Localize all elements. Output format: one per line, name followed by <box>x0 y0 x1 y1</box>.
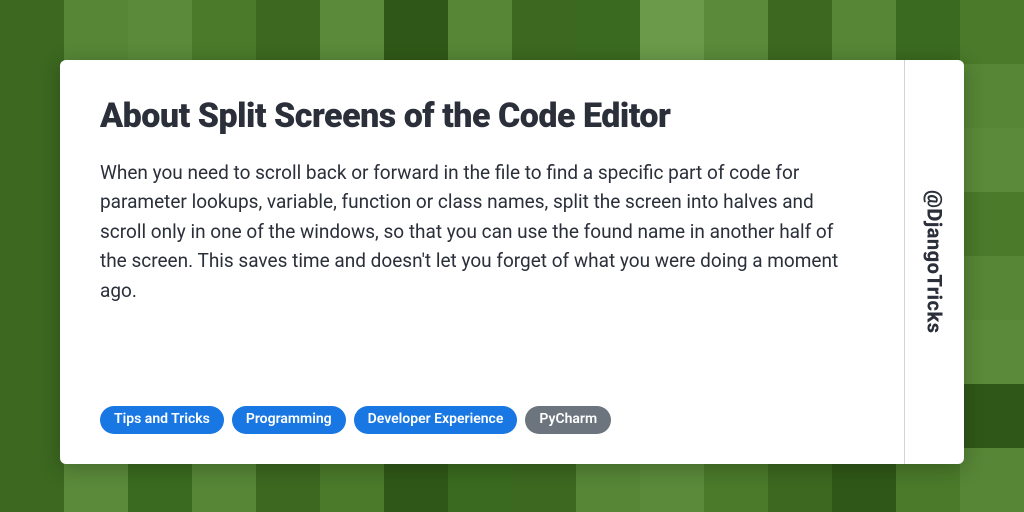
card-main: About Split Screens of the Code Editor W… <box>60 60 904 464</box>
card-title: About Split Screens of the Code Editor <box>100 96 864 136</box>
tag-pycharm[interactable]: PyCharm <box>525 406 611 434</box>
author-handle: @DjangoTricks <box>923 190 947 334</box>
tag-tips-and-tricks[interactable]: Tips and Tricks <box>100 406 224 434</box>
content-card: About Split Screens of the Code Editor W… <box>60 60 964 464</box>
card-body-text: When you need to scroll back or forward … <box>100 158 864 386</box>
tag-programming[interactable]: Programming <box>232 406 346 434</box>
card-sidebar: @DjangoTricks <box>904 60 964 464</box>
tag-row: Tips and Tricks Programming Developer Expe… <box>100 406 864 434</box>
tag-developer-experience[interactable]: Developer Experience <box>354 406 518 434</box>
